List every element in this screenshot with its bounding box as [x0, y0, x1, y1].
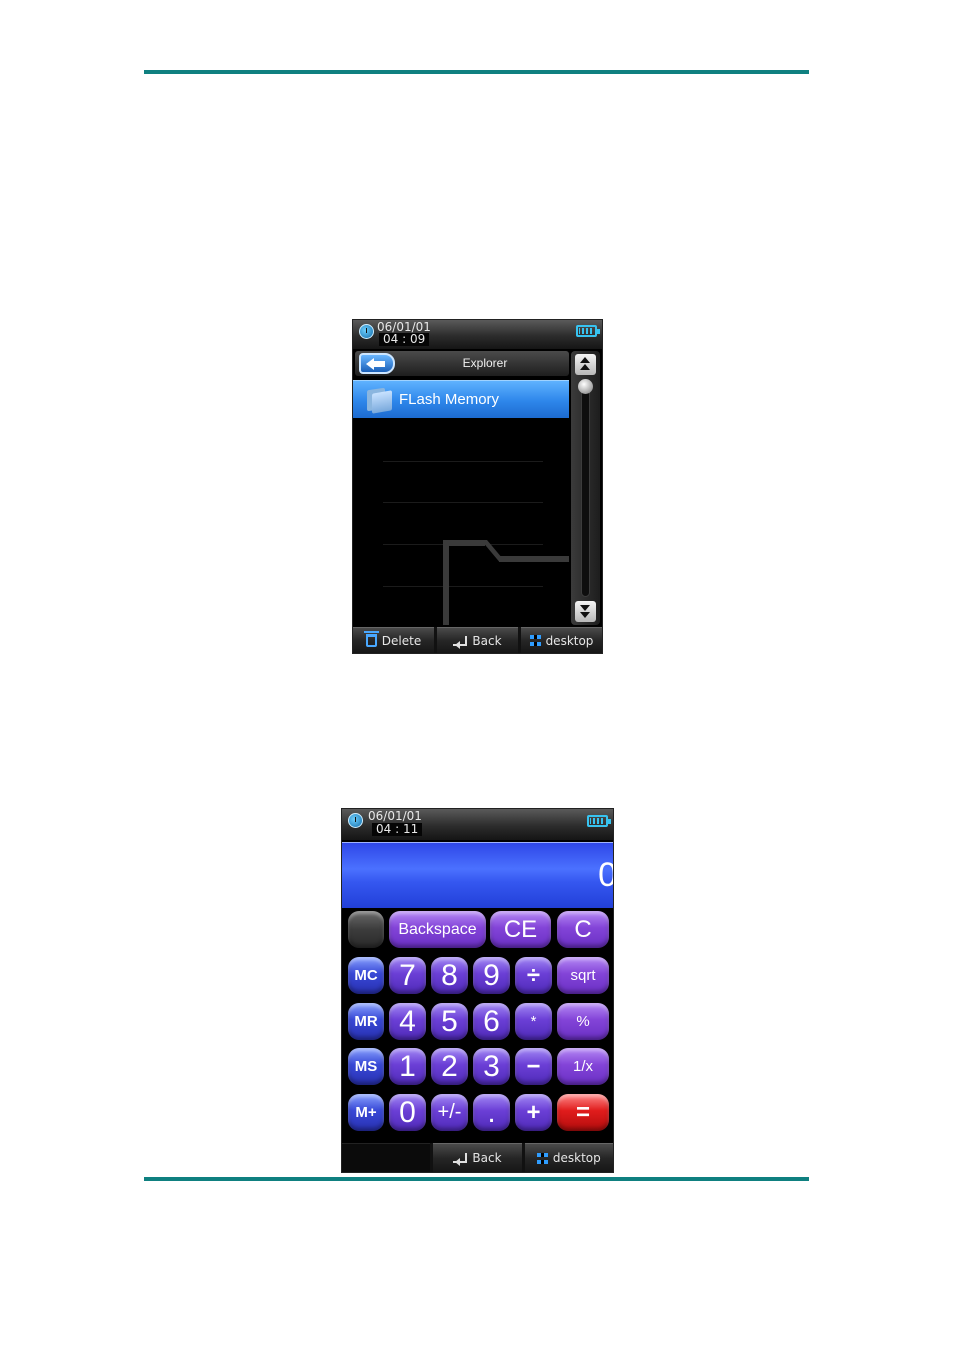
- empty-softkey: [342, 1143, 431, 1172]
- memory-recall-key[interactable]: MR: [348, 1003, 384, 1040]
- scroll-track[interactable]: [581, 379, 590, 597]
- list-divider: [383, 502, 543, 503]
- background-decoration: [443, 540, 449, 625]
- list-divider: [383, 461, 543, 462]
- display-value: 0: [598, 856, 613, 895]
- desktop-button[interactable]: desktop: [524, 1143, 613, 1172]
- list-item-label: FLash Memory: [399, 391, 500, 408]
- back-label: Back: [472, 1151, 502, 1165]
- list-divider: [383, 586, 543, 587]
- folder-icon: [367, 387, 393, 414]
- battery-icon: [576, 325, 600, 337]
- file-list: FLash Memory: [353, 380, 569, 625]
- sign-toggle-key[interactable]: +/-: [431, 1094, 468, 1131]
- background-decoration: [499, 556, 569, 562]
- digit-4-key[interactable]: 4: [389, 1003, 426, 1040]
- calculator-screen: 06/01/01 04 : 11 0 Backspace CE C MC 7 8…: [341, 808, 614, 1173]
- blank-key[interactable]: [348, 911, 384, 948]
- digit-5-key[interactable]: 5: [431, 1003, 468, 1040]
- grid-icon: [529, 635, 541, 646]
- status-date: 06/01/01: [368, 809, 422, 823]
- list-item-flash-memory[interactable]: FLash Memory: [353, 380, 569, 418]
- digit-3-key[interactable]: 3: [473, 1048, 510, 1085]
- equals-key[interactable]: =: [557, 1094, 609, 1131]
- return-icon: [453, 635, 468, 649]
- scroll-to-bottom-button[interactable]: [575, 601, 596, 622]
- status-time: 04 : 09: [379, 333, 430, 346]
- clock-icon: [359, 324, 374, 339]
- memory-store-key[interactable]: MS: [348, 1048, 384, 1085]
- clear-entry-key[interactable]: CE: [490, 911, 551, 948]
- title-bar: Explorer: [355, 351, 569, 376]
- subtract-key[interactable]: −: [515, 1048, 552, 1085]
- memory-clear-key[interactable]: MC: [348, 957, 384, 994]
- digit-6-key[interactable]: 6: [473, 1003, 510, 1040]
- delete-button[interactable]: Delete: [353, 627, 434, 653]
- back-label: Back: [472, 633, 502, 648]
- battery-icon: [587, 815, 611, 827]
- grid-icon: [536, 1152, 548, 1164]
- add-key[interactable]: +: [515, 1094, 552, 1131]
- backspace-key[interactable]: Backspace: [389, 911, 486, 948]
- delete-label: Delete: [381, 633, 422, 648]
- percent-key[interactable]: %: [557, 1003, 609, 1040]
- status-time: 04 : 11: [372, 823, 423, 836]
- digit-2-key[interactable]: 2: [431, 1048, 468, 1085]
- back-arrow-icon[interactable]: [359, 353, 395, 374]
- desktop-label: desktop: [545, 633, 594, 648]
- digit-1-key[interactable]: 1: [389, 1048, 426, 1085]
- page-title: Explorer: [462, 356, 508, 370]
- background-decoration: [443, 540, 485, 546]
- status-bar: 06/01/01 04 : 09: [353, 320, 602, 349]
- back-button[interactable]: Back: [433, 1143, 522, 1172]
- memory-add-key[interactable]: M+: [348, 1094, 384, 1131]
- calculator-display: 0: [342, 842, 613, 908]
- desktop-button[interactable]: desktop: [521, 627, 602, 653]
- sqrt-key[interactable]: sqrt: [557, 957, 609, 994]
- clock-icon: [348, 813, 363, 828]
- softkey-bar: Delete Back desktop: [353, 627, 602, 653]
- digit-0-key[interactable]: 0: [389, 1094, 426, 1131]
- softkey-bar: Back desktop: [342, 1143, 613, 1172]
- digit-8-key[interactable]: 8: [431, 957, 468, 994]
- digit-9-key[interactable]: 9: [473, 957, 510, 994]
- decimal-point-key[interactable]: .: [473, 1094, 510, 1131]
- explorer-screen: 06/01/01 04 : 09 Explorer FLash Memory D…: [352, 319, 603, 654]
- status-bar: 06/01/01 04 : 11: [342, 809, 613, 840]
- reciprocal-key[interactable]: 1/x: [557, 1048, 609, 1085]
- desktop-label: desktop: [552, 1151, 601, 1165]
- keypad: Backspace CE C MC 7 8 9 ÷ sqrt MR 4 5 6 …: [342, 911, 613, 1141]
- top-divider: [144, 70, 809, 74]
- scroll-to-top-button[interactable]: [575, 354, 596, 375]
- back-button[interactable]: Back: [437, 627, 518, 653]
- scrollbar[interactable]: [571, 351, 600, 625]
- digit-7-key[interactable]: 7: [389, 957, 426, 994]
- bottom-divider: [144, 1177, 809, 1181]
- multiply-key[interactable]: *: [515, 1003, 552, 1040]
- clear-key[interactable]: C: [557, 911, 609, 948]
- divide-key[interactable]: ÷: [515, 957, 552, 994]
- return-icon: [453, 1153, 468, 1166]
- trash-icon: [363, 631, 379, 647]
- scroll-thumb[interactable]: [578, 379, 593, 394]
